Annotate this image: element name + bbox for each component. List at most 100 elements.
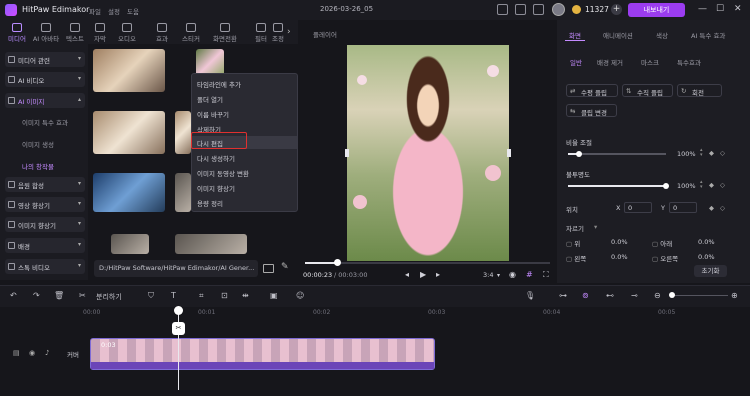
menu-item-image-enhancer[interactable]: 이미지 향상기 bbox=[197, 183, 235, 193]
zoom-in-icon[interactable]: ⊕ bbox=[731, 291, 738, 300]
media-thumbnail[interactable] bbox=[93, 111, 165, 154]
ripple-icon[interactable]: ⊸ bbox=[631, 291, 638, 300]
export-button[interactable]: 내보내기 bbox=[628, 3, 685, 17]
scale-value[interactable]: 100% bbox=[677, 150, 696, 158]
sidebar-sub-image-generate[interactable]: 이미지 생성 bbox=[22, 139, 54, 149]
sidebar-item-stock-video[interactable]: 스톡 비디오 ▾ bbox=[5, 259, 85, 274]
track-visibility-icon[interactable]: ◉ bbox=[29, 349, 35, 357]
flip-horizontal-button[interactable]: ⇄ 수평 플립 bbox=[566, 84, 618, 97]
subtab-mask[interactable]: 마스크 bbox=[641, 57, 659, 67]
gift-icon[interactable] bbox=[533, 4, 544, 15]
message-icon[interactable] bbox=[515, 4, 526, 15]
magnet-icon[interactable]: ⊚ bbox=[582, 291, 589, 300]
menu-file[interactable]: 파일 bbox=[89, 6, 101, 16]
split-at-playhead-icon[interactable]: ✂ bbox=[172, 322, 185, 335]
opacity-knob[interactable] bbox=[663, 183, 669, 189]
close-icon[interactable]: ✕ bbox=[734, 4, 742, 14]
playback-scrubber[interactable] bbox=[305, 262, 550, 264]
track-mute-icon[interactable]: ♪ bbox=[45, 349, 49, 357]
chevron-down-icon[interactable]: ▾ bbox=[594, 223, 597, 231]
camera-icon[interactable]: ◉ bbox=[509, 270, 516, 279]
tab-transition[interactable]: 화면전환 bbox=[210, 22, 240, 44]
tab-color[interactable]: 색상 bbox=[656, 30, 668, 40]
tab-effects[interactable]: 효과 bbox=[147, 22, 177, 44]
menu-help[interactable]: 도움 bbox=[127, 6, 139, 16]
zoom-out-icon[interactable]: ⊖ bbox=[654, 291, 661, 300]
media-thumbnail[interactable] bbox=[93, 173, 165, 212]
sidebar-item-voice-synthesis[interactable]: 음원 합성 ▾ bbox=[5, 177, 85, 192]
crop-right-value[interactable]: 0.0% bbox=[698, 253, 715, 261]
aspect-ratio[interactable]: 3:4 bbox=[483, 271, 493, 279]
redo-icon[interactable]: ↷ bbox=[33, 291, 40, 300]
sidebar-item-ai-image[interactable]: AI 이미지 ▴ bbox=[5, 93, 85, 108]
menu-item-rename[interactable]: 이름 바꾸기 bbox=[197, 109, 229, 119]
tab-media[interactable]: 미디어 bbox=[2, 22, 32, 44]
opacity-value[interactable]: 100% bbox=[677, 182, 696, 190]
media-thumbnail[interactable] bbox=[111, 234, 149, 254]
media-thumbnail[interactable] bbox=[175, 111, 191, 154]
menu-item-add-to-timeline[interactable]: 타임라인에 추가 bbox=[197, 79, 241, 89]
menu-item-regenerate[interactable]: 다시 생성하기 bbox=[197, 153, 235, 163]
shield-icon[interactable]: ⛉ bbox=[148, 291, 154, 301]
tab-animation[interactable]: 애니메이션 bbox=[603, 30, 633, 40]
sidebar-item-image-enhancer[interactable]: 이미지 향상기 ▾ bbox=[5, 217, 85, 232]
stepper-icon[interactable]: ▴ ▾ bbox=[700, 148, 703, 158]
avatar-tool-icon[interactable]: ☺ bbox=[296, 291, 304, 300]
user-avatar[interactable] bbox=[552, 3, 565, 16]
media-thumbnail[interactable] bbox=[93, 49, 165, 92]
tab-ai-effects[interactable]: AI 특수 효과 bbox=[691, 30, 725, 40]
keyframe-icon[interactable]: ◆ bbox=[709, 204, 714, 212]
keyframe-add-icon[interactable]: ◇ bbox=[720, 149, 725, 157]
reset-button[interactable]: 초기화 bbox=[694, 265, 727, 277]
crop-top[interactable]: ▢ 위 bbox=[566, 238, 580, 248]
keyframe-icon[interactable]: ◆ bbox=[709, 149, 714, 157]
undo-icon[interactable]: ↶ bbox=[10, 291, 17, 300]
sidebar-sub-my-creations[interactable]: 나의 창작물 bbox=[22, 161, 54, 171]
resize-handle-left[interactable] bbox=[345, 149, 349, 157]
scale-slider[interactable] bbox=[568, 153, 666, 155]
freeze-icon[interactable]: ⊡ bbox=[221, 291, 228, 300]
scale-knob[interactable] bbox=[576, 151, 582, 157]
sidebar-item-media-related[interactable]: 미디어 관련 ▾ bbox=[5, 52, 85, 67]
scrubber-knob[interactable] bbox=[334, 259, 341, 266]
stepper-icon[interactable]: ▴ ▾ bbox=[700, 180, 703, 190]
add-credits-button[interactable]: + bbox=[611, 4, 622, 15]
menu-item-image-to-video[interactable]: 이미지 동영상 변환 bbox=[197, 168, 249, 178]
prev-frame-icon[interactable]: ◂ bbox=[405, 270, 409, 279]
chevron-down-icon[interactable]: ▾ bbox=[497, 272, 500, 279]
next-frame-icon[interactable]: ▸ bbox=[436, 270, 440, 279]
menu-item-open-folder[interactable]: 폴더 열기 bbox=[197, 94, 223, 104]
zoom-knob[interactable] bbox=[669, 292, 675, 298]
position-y-field[interactable]: 0 bbox=[669, 202, 697, 213]
tab-audio[interactable]: 오디오 bbox=[112, 22, 142, 44]
tab-sticker[interactable]: 스티커 bbox=[176, 22, 206, 44]
link-icon[interactable]: ⊶ bbox=[559, 291, 567, 300]
crop-top-value[interactable]: 0.0% bbox=[611, 238, 628, 246]
crop-icon[interactable]: ⌗ bbox=[199, 291, 204, 301]
position-x-field[interactable]: 0 bbox=[624, 202, 652, 213]
edit-icon[interactable]: ✎ bbox=[281, 262, 289, 272]
folder-open-icon[interactable] bbox=[263, 264, 274, 273]
sidebar-item-background[interactable]: 배경 ▾ bbox=[5, 238, 85, 253]
split-button[interactable]: 분리하기 bbox=[96, 292, 122, 302]
menu-item-cleanup[interactable]: 용량 정리 bbox=[197, 198, 223, 208]
flip-vertical-button[interactable]: ⇅ 수직 플립 bbox=[622, 84, 673, 97]
image-tool-icon[interactable]: ▣ bbox=[270, 291, 278, 300]
crop-bottom-value[interactable]: 0.0% bbox=[698, 238, 715, 246]
media-thumbnail[interactable] bbox=[175, 173, 191, 212]
monitor-icon[interactable] bbox=[497, 4, 508, 15]
tab-subtitle[interactable]: 자막 bbox=[85, 22, 115, 44]
microphone-icon[interactable]: 🎙 bbox=[525, 291, 535, 300]
keyframe-add-icon[interactable]: ◇ bbox=[720, 181, 725, 189]
chevron-right-icon[interactable]: › bbox=[287, 27, 291, 37]
menu-settings[interactable]: 설정 bbox=[108, 6, 120, 16]
grid-icon[interactable]: # bbox=[526, 270, 533, 279]
crop-left-value[interactable]: 0.0% bbox=[611, 253, 628, 261]
change-clip-button[interactable]: ⇆ 클립 변경 bbox=[566, 104, 617, 117]
playhead-handle[interactable] bbox=[174, 306, 183, 315]
maximize-icon[interactable]: ☐ bbox=[716, 4, 724, 14]
subtab-general[interactable]: 일반 bbox=[570, 57, 582, 67]
keyframe-add-icon[interactable]: ◇ bbox=[720, 204, 725, 212]
track-lock-icon[interactable]: ▤ bbox=[13, 349, 20, 357]
sidebar-item-video-enhancer[interactable]: 영상 향상기 ▾ bbox=[5, 197, 85, 212]
